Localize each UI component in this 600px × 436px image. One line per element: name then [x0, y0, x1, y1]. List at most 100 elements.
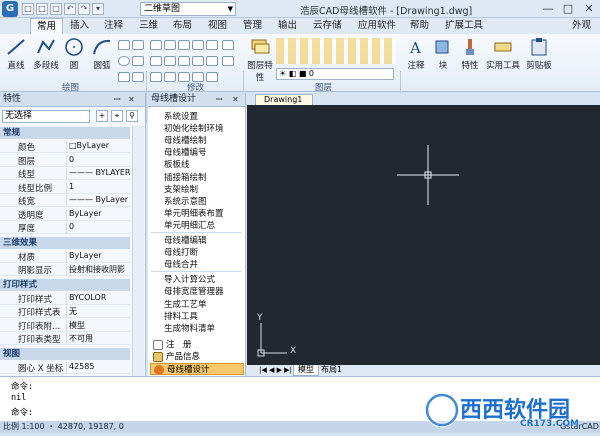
clipboard-button[interactable]: 剪贴板 [524, 37, 554, 71]
pin-icon[interactable]: ꟷ [114, 93, 121, 106]
layer-tools-icon[interactable] [276, 38, 396, 64]
tab-annotate[interactable]: 注释 [98, 18, 129, 34]
quick-select-icon[interactable]: ⚲ [126, 110, 138, 122]
tab-apps[interactable]: 应用软件 [352, 18, 402, 34]
spline-icon[interactable] [132, 72, 144, 82]
tab-insert[interactable]: 插入 [64, 18, 95, 34]
busbar-command-item[interactable]: 插接箱绘制 [164, 171, 207, 183]
toggle-pickadd-icon[interactable]: + [96, 110, 108, 122]
block-button[interactable]: 块 [431, 37, 455, 71]
tab-model[interactable]: 模型 [293, 365, 319, 376]
busbar-command-item[interactable]: 生成工艺单 [164, 298, 207, 310]
line-button[interactable]: 直线 [3, 37, 29, 71]
tab-layout1[interactable]: 布局1 [317, 365, 346, 376]
tab-help[interactable]: 帮助 [404, 18, 435, 34]
busbar-command-item[interactable]: 支架绘制 [164, 183, 198, 195]
property-row[interactable]: 材质 ByLayer [0, 250, 130, 263]
tab-layout[interactable]: 布局 [167, 18, 198, 34]
register-item[interactable]: 注 册 [150, 339, 244, 351]
stretch-icon[interactable] [150, 72, 162, 82]
busbar-command-item[interactable]: 单元明细表布置 [164, 207, 224, 219]
busbar-command-item[interactable]: 系统设置 [164, 110, 198, 122]
property-row[interactable]: 厚度 0 [0, 221, 130, 234]
redo-icon[interactable]: ↷ [78, 3, 90, 15]
scale-icon[interactable] [164, 72, 176, 82]
close-icon[interactable]: ✕ [128, 93, 135, 106]
app-logo-icon[interactable]: G [2, 1, 18, 17]
mirror-icon[interactable] [164, 56, 176, 66]
move-icon[interactable] [150, 40, 162, 50]
tab-3d[interactable]: 三维 [133, 18, 164, 34]
pin-icon[interactable]: ꟷ [216, 93, 223, 106]
tab-extensions[interactable]: 扩展工具 [439, 18, 489, 34]
extend-icon[interactable] [192, 56, 204, 66]
rectangle-icon[interactable] [118, 40, 130, 50]
section-header[interactable]: 打印样式 [0, 278, 130, 291]
busbar-command-item[interactable]: 单元明细汇总 [164, 219, 215, 231]
drawing-canvas[interactable]: Y X [247, 105, 600, 365]
properties-icon[interactable] [222, 40, 234, 50]
undo-icon[interactable]: ↶ [64, 3, 76, 15]
busbar-command-item[interactable]: 母排宽度管理器 [164, 285, 224, 297]
offset-icon[interactable] [206, 56, 218, 66]
rotate-icon[interactable] [164, 40, 176, 50]
selection-select[interactable]: 无选择 [2, 110, 90, 123]
hatch-icon[interactable] [118, 72, 130, 82]
busbar-command-item[interactable]: 生成物料清单 [164, 322, 215, 334]
busbar-command-item[interactable]: 母线槽绘制 [164, 134, 207, 146]
tab-drawing1[interactable]: Drawing1 [255, 94, 313, 105]
property-row[interactable]: 线宽 ——— ByLayer [0, 194, 130, 207]
tab-appearance[interactable]: 外观 [566, 18, 597, 34]
product-info-item[interactable]: 产品信息 [150, 351, 244, 363]
busbar-design-item[interactable]: 母线槽设计 [150, 363, 244, 375]
fillet-icon[interactable] [178, 56, 190, 66]
utilities-button[interactable]: 实用工具 [485, 37, 521, 71]
section-header[interactable]: 常规 [0, 127, 130, 139]
property-row[interactable]: 圆心 X 坐标 42585 [0, 361, 130, 374]
save-icon[interactable]: □ [50, 3, 62, 15]
polyline-button[interactable]: 多段线 [31, 37, 61, 71]
erase-icon[interactable] [192, 40, 204, 50]
minimize-button[interactable]: — [538, 0, 558, 18]
property-row[interactable]: 打印表附... 模型 [0, 319, 130, 332]
layer-select[interactable]: ☀ ◧ ■ 0 [276, 68, 394, 80]
section-header[interactable]: 三维效果 [0, 236, 130, 249]
properties-button[interactable]: 特性 [458, 37, 482, 71]
busbar-command-item[interactable]: 初始化绘制环境 [164, 122, 224, 134]
scrollbar[interactable] [132, 126, 144, 376]
property-row[interactable]: 图层 0 [0, 154, 130, 167]
copy-icon[interactable] [150, 56, 162, 66]
tab-cloud[interactable]: 云存储 [307, 18, 348, 34]
region-icon[interactable] [132, 56, 144, 66]
property-row[interactable]: 打印样式表无 [0, 305, 130, 318]
section-header[interactable]: 视图 [0, 347, 130, 360]
select-objects-icon[interactable]: ⌖ [111, 110, 123, 122]
property-row[interactable]: 阴影显示 投射和接收阴影 [0, 263, 130, 276]
property-row[interactable]: 线型比例 1 [0, 181, 130, 194]
tab-output[interactable]: 输出 [272, 18, 303, 34]
explode-icon[interactable] [206, 40, 218, 50]
property-row[interactable]: 打印样式 BYCOLOR [0, 292, 130, 305]
workspace-select[interactable]: 二维草图 ▼ [140, 2, 236, 16]
busbar-command-item[interactable]: 母线槽编辑 [164, 234, 207, 246]
first-layout-icon[interactable]: |◀ ◀ ▶ ▶| [255, 365, 296, 376]
polygon-icon[interactable] [132, 40, 144, 50]
busbar-command-item[interactable]: 母线槽编号 [164, 146, 207, 158]
tab-home[interactable]: 常用 [30, 18, 64, 34]
close-icon[interactable]: ✕ [232, 93, 239, 106]
busbar-command-item[interactable]: 母线合并 [164, 258, 198, 270]
busbar-command-item[interactable]: 导入计算公式 [164, 273, 215, 285]
annotate-button[interactable]: A 注释 [404, 37, 428, 71]
busbar-command-item[interactable]: 母线打断 [164, 246, 198, 258]
arc-button[interactable]: 圆弧 [89, 37, 115, 71]
property-row[interactable]: 透明度 ByLayer [0, 208, 130, 221]
maximize-button[interactable]: □ [558, 0, 578, 18]
trim-icon[interactable] [178, 40, 190, 50]
property-row[interactable]: 颜色 □ByLayer [0, 140, 130, 153]
tab-view[interactable]: 视图 [202, 18, 233, 34]
property-row[interactable]: 打印表类型 不可用 [0, 332, 130, 345]
property-row[interactable]: 线型 ——— BYLAYER [0, 167, 130, 180]
busbar-command-item[interactable]: 排料工具 [164, 310, 198, 322]
ellipse-icon[interactable] [118, 56, 130, 66]
open-file-icon[interactable]: □ [36, 3, 48, 15]
